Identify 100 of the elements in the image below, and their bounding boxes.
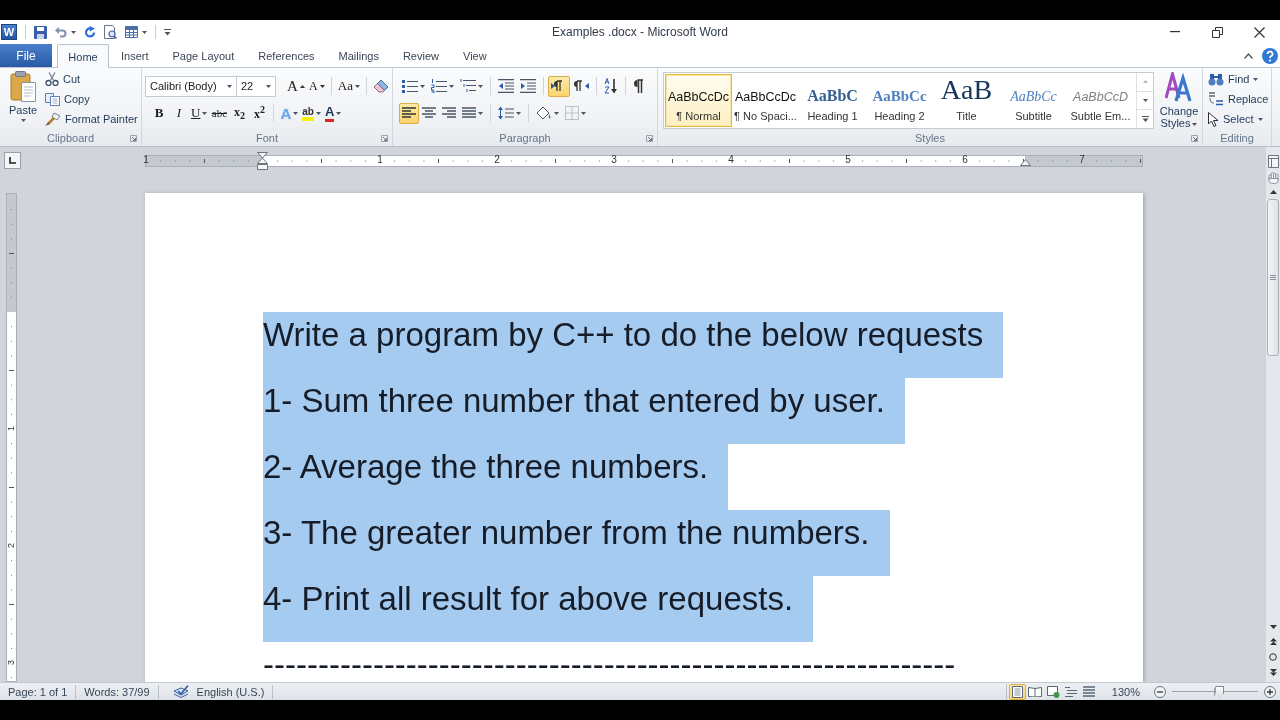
collapse-ribbon-icon[interactable] xyxy=(1244,52,1253,59)
dialog-launcher-icon[interactable] xyxy=(646,134,653,142)
style-tile[interactable]: AaBbCc Subtitle xyxy=(1000,74,1067,127)
strikethrough-button[interactable]: abc xyxy=(209,102,230,124)
style-tile[interactable]: AaBbCcDc ¶ No Spaci... xyxy=(732,74,799,127)
zoom-out-icon[interactable] xyxy=(1154,685,1166,698)
redo-icon[interactable] xyxy=(84,26,96,38)
italic-button[interactable]: I xyxy=(169,102,189,124)
highlight-button[interactable]: ab xyxy=(300,102,323,124)
font-size-field[interactable]: 22 xyxy=(236,75,276,97)
style-tile[interactable]: AaBbCcDc ¶ Normal xyxy=(665,74,732,127)
underline-button[interactable]: U xyxy=(189,102,210,124)
file-menu-tab[interactable]: File xyxy=(0,44,52,67)
horizontal-ruler[interactable]: 1 1 2 3 4 5 6 7 xyxy=(145,155,1143,167)
app-logo[interactable]: W xyxy=(1,24,17,40)
dialog-launcher-icon[interactable] xyxy=(1191,134,1198,142)
change-styles-button[interactable]: Change Styles xyxy=(1157,72,1201,129)
numbered-list-icon xyxy=(431,79,447,93)
cut-button[interactable]: Cut xyxy=(45,69,138,89)
next-page-icon[interactable] xyxy=(1269,669,1277,676)
bold-button[interactable]: B xyxy=(149,102,169,124)
caret-down-icon xyxy=(293,111,299,115)
ribbon-tab[interactable]: View xyxy=(451,45,499,67)
style-tile[interactable]: AaBbCcD Subtle Em... xyxy=(1067,74,1134,127)
previous-page-icon[interactable] xyxy=(1269,638,1277,645)
copy-button[interactable]: Copy xyxy=(45,89,138,109)
style-name: ¶ Normal xyxy=(676,110,721,122)
align-left-button[interactable] xyxy=(399,102,419,124)
style-tile[interactable]: AaBbC Heading 1 xyxy=(799,74,866,127)
browse-object-icon[interactable] xyxy=(1269,653,1277,661)
ribbon-tab[interactable]: Page Layout xyxy=(160,45,247,67)
find-button[interactable]: Find xyxy=(1208,69,1271,89)
more-styles-icon[interactable] xyxy=(1141,116,1149,123)
caret-down-icon xyxy=(1257,117,1263,121)
style-preview: AaBbCcD xyxy=(1073,89,1128,105)
zoom-level[interactable]: 130% xyxy=(1103,685,1148,698)
right-indent-marker-icon[interactable] xyxy=(1020,159,1031,166)
font-color-button[interactable]: A xyxy=(322,102,344,124)
caret-down-icon xyxy=(478,111,483,115)
style-preview: AaBbCc xyxy=(1010,88,1057,105)
document-paragraph: Write a program by C++ to do the below requests xyxy=(263,312,1004,378)
scroll-down-icon[interactable] xyxy=(1142,99,1148,102)
undo-icon[interactable] xyxy=(55,26,67,38)
zoom-slider-thumb[interactable] xyxy=(1215,685,1225,698)
window-title: Examples .docx - Microsoft Word xyxy=(552,25,728,39)
customize-toolbar-icon[interactable] xyxy=(164,28,171,36)
vertical-scrollbar[interactable] xyxy=(1265,147,1280,682)
view-ruler-icon[interactable] xyxy=(1267,155,1279,168)
document-paragraph: 1- Sum three number that entered by user. xyxy=(263,378,905,444)
caret-down-icon xyxy=(478,84,483,88)
subscript-button[interactable]: x$_{2}$ xyxy=(229,102,250,124)
scroll-down-arrow-icon[interactable] xyxy=(1269,625,1277,629)
shrink-font-button[interactable]: A xyxy=(306,75,327,97)
caret-down-icon xyxy=(554,111,559,115)
print-preview-icon[interactable] xyxy=(104,25,117,39)
scroll-up-arrow-icon[interactable] xyxy=(1269,190,1277,194)
table-icon[interactable] xyxy=(125,26,138,38)
grow-font-button[interactable]: A xyxy=(285,75,307,97)
ribbon-tab[interactable]: References xyxy=(246,45,327,67)
restore-icon[interactable] xyxy=(1211,26,1223,38)
zoom-in-icon[interactable] xyxy=(1264,685,1276,698)
ribbon-tab[interactable]: Home xyxy=(57,44,109,68)
hand-icon[interactable] xyxy=(1267,172,1279,184)
decrease-indent-icon xyxy=(498,79,514,93)
replace-button[interactable]: Replace xyxy=(1208,89,1271,109)
page-count[interactable]: Page: 1 of 1 xyxy=(0,685,76,698)
dialog-launcher-icon[interactable] xyxy=(381,134,388,142)
style-tile[interactable]: AaB Title xyxy=(933,74,1000,127)
format-painter-button[interactable]: Format Painter xyxy=(45,109,138,129)
help-icon[interactable] xyxy=(1262,47,1278,64)
tab-selector[interactable] xyxy=(4,152,21,169)
indent-marker-icon[interactable] xyxy=(257,152,268,170)
proofing-icon[interactable] xyxy=(172,685,189,698)
word-count[interactable]: Words: 37/99 xyxy=(76,685,158,698)
left-to-right-button[interactable] xyxy=(548,75,570,97)
style-preview: AaBbCcDc xyxy=(667,89,730,105)
ribbon-tab[interactable]: Mailings xyxy=(326,45,391,67)
style-tile[interactable]: AaBbCc Heading 2 xyxy=(866,74,933,127)
style-name: Subtle Em... xyxy=(1070,110,1131,122)
dialog-launcher-icon[interactable] xyxy=(130,134,137,142)
caret-down-icon xyxy=(581,111,586,115)
caret-down-icon[interactable] xyxy=(71,30,76,34)
superscript-button[interactable]: x$^{2}$ xyxy=(249,102,270,124)
ribbon-tab[interactable]: Review xyxy=(390,45,451,67)
bullet-list-icon xyxy=(402,79,418,93)
close-icon[interactable] xyxy=(1253,26,1265,38)
style-preview: AaBbC xyxy=(807,86,858,105)
paste-button[interactable]: Paste xyxy=(4,71,42,127)
group-label: Font xyxy=(256,132,278,144)
language-indicator[interactable]: English (U.S.) xyxy=(188,685,273,698)
scrollbar-thumb[interactable] xyxy=(1267,199,1279,356)
change-styles-icon xyxy=(1165,72,1193,102)
change-case-button[interactable]: Aa xyxy=(335,75,362,97)
select-button[interactable]: Select xyxy=(1208,109,1271,129)
save-icon[interactable] xyxy=(34,25,47,39)
ribbon-tab[interactable]: Insert xyxy=(109,45,161,67)
minimize-icon[interactable] xyxy=(1170,31,1180,33)
caret-down-icon[interactable] xyxy=(142,30,147,34)
vertical-ruler[interactable]: 1 2 3 xyxy=(6,193,17,682)
font-name-field[interactable]: Calibri (Body) xyxy=(145,75,237,97)
